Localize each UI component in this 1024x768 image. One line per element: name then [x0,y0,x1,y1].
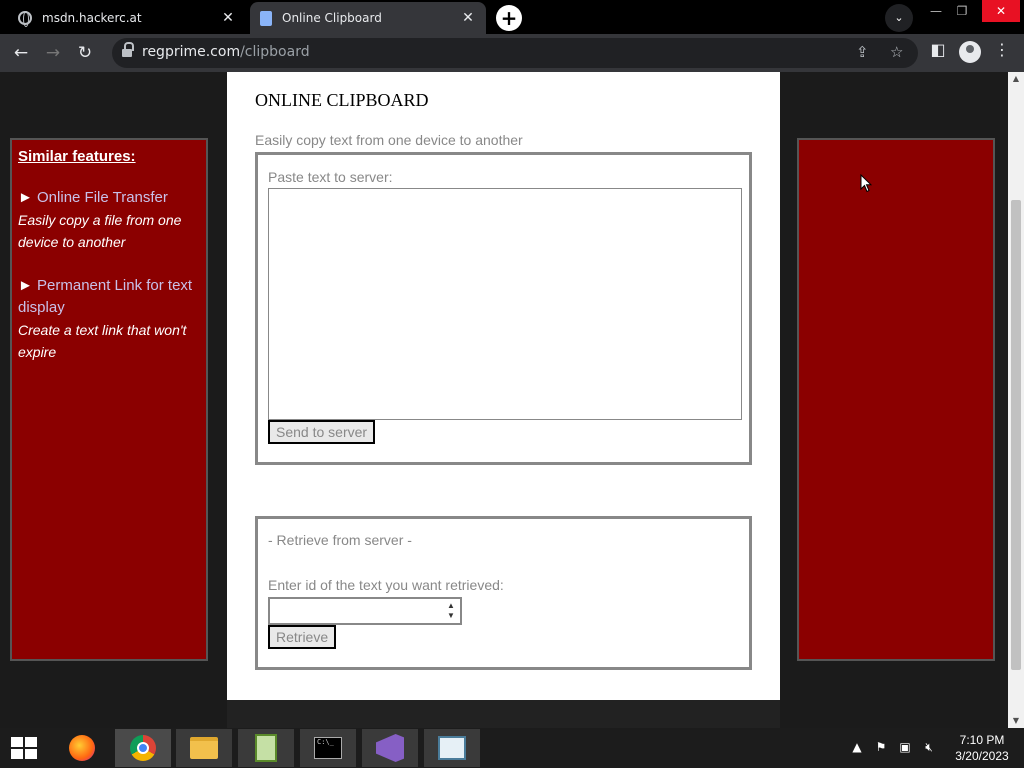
document-icon [260,10,272,26]
page-scrollbar[interactable]: ▲ ▼ [1008,72,1024,728]
forward-button[interactable]: → [40,40,66,66]
bookmark-star-icon[interactable]: ☆ [890,43,903,61]
tab-search-button[interactable]: ⌄ [885,4,913,32]
new-tab-button[interactable]: + [496,5,522,31]
scroll-thumb[interactable] [1011,200,1021,670]
similar-features-heading: Similar features: [18,148,136,165]
scroll-down-icon[interactable]: ▼ [1008,714,1024,728]
taskbar-firefox[interactable] [54,729,110,767]
address-bar[interactable]: regprime.com/clipboard ⇪ ☆ [112,38,918,68]
mouse-cursor-icon [860,173,873,197]
paste-label: Paste text to server: [268,169,393,185]
triangle-bullet-icon: ► [18,189,38,206]
lock-icon[interactable] [122,42,134,58]
restore-button[interactable]: ❐ [946,0,978,22]
notepad-icon [255,734,277,762]
menu-kebab-icon[interactable]: ⋮ [990,40,1014,59]
close-tab-icon[interactable]: ✕ [460,10,476,26]
retrieve-button[interactable]: Retrieve [268,625,337,649]
tab-title: Online Clipboard [282,11,382,25]
send-to-server-button[interactable]: Send to server [268,420,376,444]
content-footer [227,700,780,728]
page-tagline: Easily copy text from one device to anot… [255,132,523,148]
taskbar-file-explorer[interactable] [176,729,232,767]
chevron-up-icon[interactable]: ▲ [850,740,864,754]
clock-time: 7:10 PM [959,733,1005,747]
number-spinner-icon[interactable]: ▲ ▼ [445,601,457,621]
right-ad-panel [797,138,995,661]
flag-icon[interactable]: ⚑ [874,740,888,754]
scroll-up-icon[interactable]: ▲ [1008,72,1024,86]
clock-date: 3/20/2023 [955,749,1009,763]
page-viewport: Similar features: ► Online File Transfer… [0,72,1008,728]
triangle-bullet-icon: ► [18,277,38,294]
taskbar-visual-studio[interactable] [362,729,418,767]
browser-toolbar: ← → ↻ regprime.com/clipboard ⇪ ☆ ◧ ⋮ [0,34,1024,72]
paste-textarea[interactable] [268,188,742,420]
folder-icon [190,737,218,759]
chrome-icon [130,735,156,761]
tab-msdn[interactable]: msdn.hackerc.at ✕ [8,2,246,34]
main-content: ONLINE CLIPBOARD Easily copy text from o… [227,72,780,700]
taskbar-command-prompt[interactable]: C:\_ [300,729,356,767]
taskbar-clock[interactable]: 7:10 PM 3/20/2023 [954,732,1010,764]
url-text: regprime.com/clipboard [142,44,310,60]
feature-item: ► Online File Transfer Easily copy a fil… [18,187,200,253]
retrieve-heading: - Retrieve from server - [268,532,412,548]
profile-avatar[interactable] [959,41,981,63]
windows-taskbar: C:\_ ▲ ⚑ ▣ 🔇︎ 7:10 PM 3/20/2023 [0,728,1024,768]
firefox-icon [69,735,95,761]
tab-online-clipboard[interactable]: Online Clipboard ✕ [250,2,486,34]
back-button[interactable]: ← [8,40,34,66]
taskbar-app[interactable] [424,729,480,767]
feature-item: ► Permanent Link for text display Create… [18,275,200,363]
taskbar-notepad-plus-plus[interactable] [238,729,294,767]
globe-icon [18,11,32,27]
tab-title: msdn.hackerc.at [42,11,142,25]
browser-tab-strip: msdn.hackerc.at ✕ Online Clipboard ✕ + ⌄… [0,0,1024,34]
feature-description: Easily copy a file from one device to an… [18,212,182,250]
share-icon[interactable]: ⇪ [856,43,869,61]
terminal-icon: C:\_ [314,737,342,759]
text-id-number-input[interactable]: ▲ ▼ [268,597,462,625]
visual-studio-icon [376,734,404,762]
close-tab-icon[interactable]: ✕ [220,10,236,26]
side-panel-icon[interactable]: ◧ [926,40,950,59]
paste-section: Paste text to server: Send to server [255,152,752,465]
retrieve-id-label: Enter id of the text you want retrieved: [268,577,504,593]
volume-muted-icon[interactable]: 🔇︎ [922,740,936,754]
window-close-button[interactable]: ✕ [982,0,1020,22]
page-title: ONLINE CLIPBOARD [255,90,429,110]
feature-link-online-file-transfer[interactable]: ► Online File Transfer [18,187,200,209]
app-window-icon [438,736,466,760]
taskbar-chrome[interactable] [115,729,171,767]
reload-button[interactable]: ↻ [72,40,98,66]
similar-features-panel: Similar features: ► Online File Transfer… [10,138,208,661]
start-button[interactable] [2,729,46,767]
feature-link-permanent-link[interactable]: ► Permanent Link for text display [18,275,200,319]
feature-description: Create a text link that won't expire [18,322,187,360]
retrieve-section: - Retrieve from server - Enter id of the… [255,516,752,670]
windows-logo-icon [11,737,37,759]
network-icon[interactable]: ▣ [898,740,912,754]
